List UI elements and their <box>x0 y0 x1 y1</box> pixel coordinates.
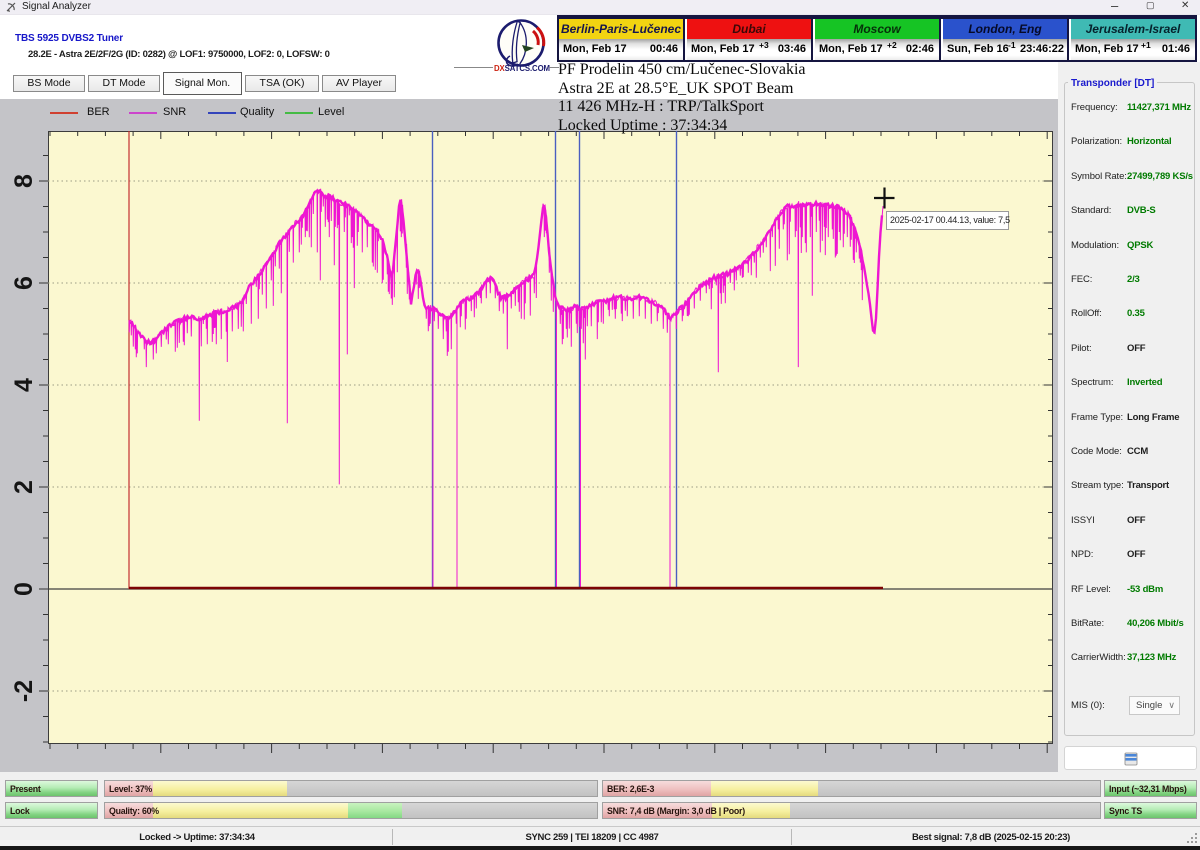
svg-text:DXSATCS.COM: DXSATCS.COM <box>494 64 550 73</box>
